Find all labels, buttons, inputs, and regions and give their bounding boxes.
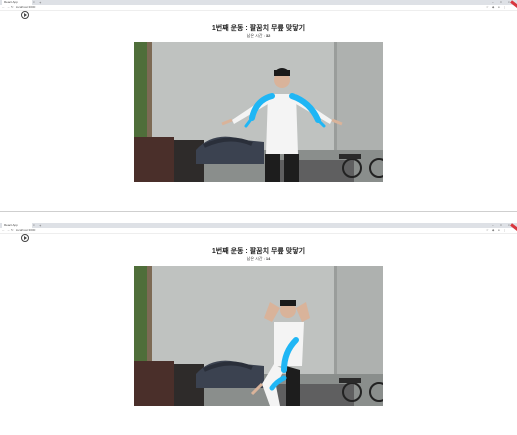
forward-icon[interactable]: → — [7, 228, 10, 233]
remaining-time: 남은 시간 : 32 — [0, 33, 517, 39]
exercise-title: 1번째 운동 : 팔꿈치 무릎 맞닿기 — [211, 25, 306, 32]
url-field[interactable]: localhost:3000 — [16, 228, 35, 233]
address-bar: ← → ↻ localhost:3000 ☆ ◆ ● ⋮ — [0, 5, 517, 11]
url-field[interactable]: localhost:3000 — [16, 5, 35, 10]
exercise-title: 1번째 운동 : 팔꿈치 무릎 맞닿기 — [211, 248, 306, 255]
screenshot-1: React App × + – □ × ← → ↻ localhost:3000… — [0, 0, 517, 212]
play-circle-icon[interactable] — [21, 11, 29, 19]
timer-value: 32 — [265, 33, 271, 38]
bookmark-star-icon[interactable]: ☆ — [486, 5, 489, 10]
profile-icon[interactable]: ● — [498, 228, 500, 233]
timer-label: 남은 시간 : — [246, 256, 265, 261]
reload-icon[interactable]: ↻ — [11, 228, 14, 233]
profile-icon[interactable]: ● — [498, 5, 500, 10]
address-bar: ← → ↻ localhost:3000 ☆ ◆ ● ⋮ — [0, 228, 517, 234]
play-circle-icon[interactable] — [21, 234, 29, 242]
back-icon[interactable]: ← — [2, 5, 5, 10]
extensions-icon[interactable]: ◆ — [492, 5, 494, 10]
screenshot-2: React App × + – □ × ← → ↻ localhost:3000… — [0, 223, 517, 435]
menu-icon[interactable]: ⋮ — [503, 5, 506, 10]
remaining-time: 남은 시간 : 14 — [0, 256, 517, 262]
timer-label: 남은 시간 : — [246, 33, 265, 38]
forward-icon[interactable]: → — [7, 5, 10, 10]
bookmark-star-icon[interactable]: ☆ — [486, 228, 489, 233]
menu-icon[interactable]: ⋮ — [503, 228, 506, 233]
timer-value: 14 — [265, 256, 271, 261]
screenshot-divider — [0, 211, 517, 212]
webcam-feed — [134, 42, 383, 182]
reload-icon[interactable]: ↻ — [11, 5, 14, 10]
extensions-icon[interactable]: ◆ — [492, 228, 494, 233]
tab-title: React App — [4, 223, 18, 227]
webcam-feed — [134, 266, 383, 406]
back-icon[interactable]: ← — [2, 228, 5, 233]
tab-title: React App — [4, 0, 18, 4]
